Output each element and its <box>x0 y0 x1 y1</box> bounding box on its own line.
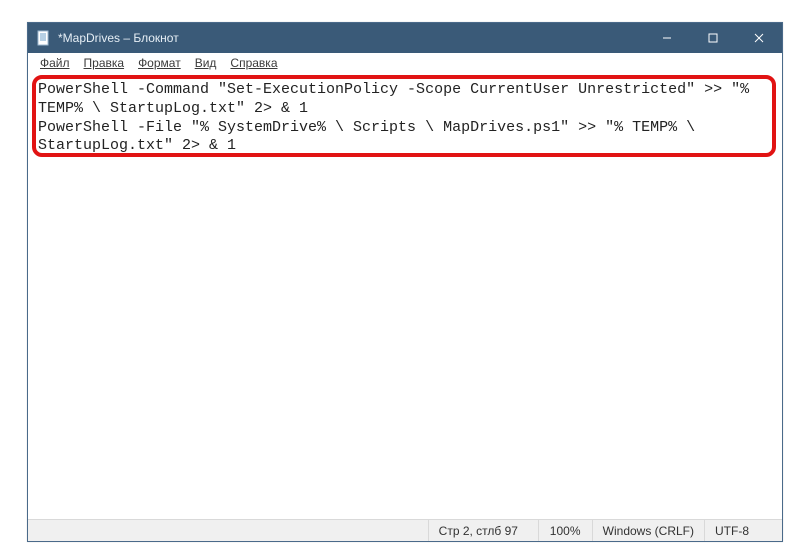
minimize-button[interactable] <box>644 23 690 53</box>
status-encoding: UTF-8 <box>704 520 782 541</box>
status-zoom: 100% <box>538 520 592 541</box>
status-cursor-position: Стр 2, стлб 97 <box>428 520 538 541</box>
statusbar: Стр 2, стлб 97 100% Windows (CRLF) UTF-8 <box>28 519 782 541</box>
menu-edit[interactable]: Правка <box>78 55 131 71</box>
notepad-window: *MapDrives – Блокнот Файл Правка Формат … <box>27 22 783 542</box>
titlebar[interactable]: *MapDrives – Блокнот <box>28 23 782 53</box>
menu-file[interactable]: Файл <box>34 55 76 71</box>
menu-view[interactable]: Вид <box>189 55 223 71</box>
window-title: *MapDrives – Блокнот <box>58 31 179 45</box>
menu-format[interactable]: Формат <box>132 55 187 71</box>
maximize-button[interactable] <box>690 23 736 53</box>
close-button[interactable] <box>736 23 782 53</box>
menubar: Файл Правка Формат Вид Справка <box>28 53 782 73</box>
menu-help[interactable]: Справка <box>224 55 283 71</box>
status-spacer <box>28 520 428 541</box>
text-editor[interactable]: PowerShell -Command "Set-ExecutionPolicy… <box>38 81 772 517</box>
notepad-icon <box>36 30 52 46</box>
status-line-endings: Windows (CRLF) <box>592 520 704 541</box>
editor-area: PowerShell -Command "Set-ExecutionPolicy… <box>28 73 782 519</box>
